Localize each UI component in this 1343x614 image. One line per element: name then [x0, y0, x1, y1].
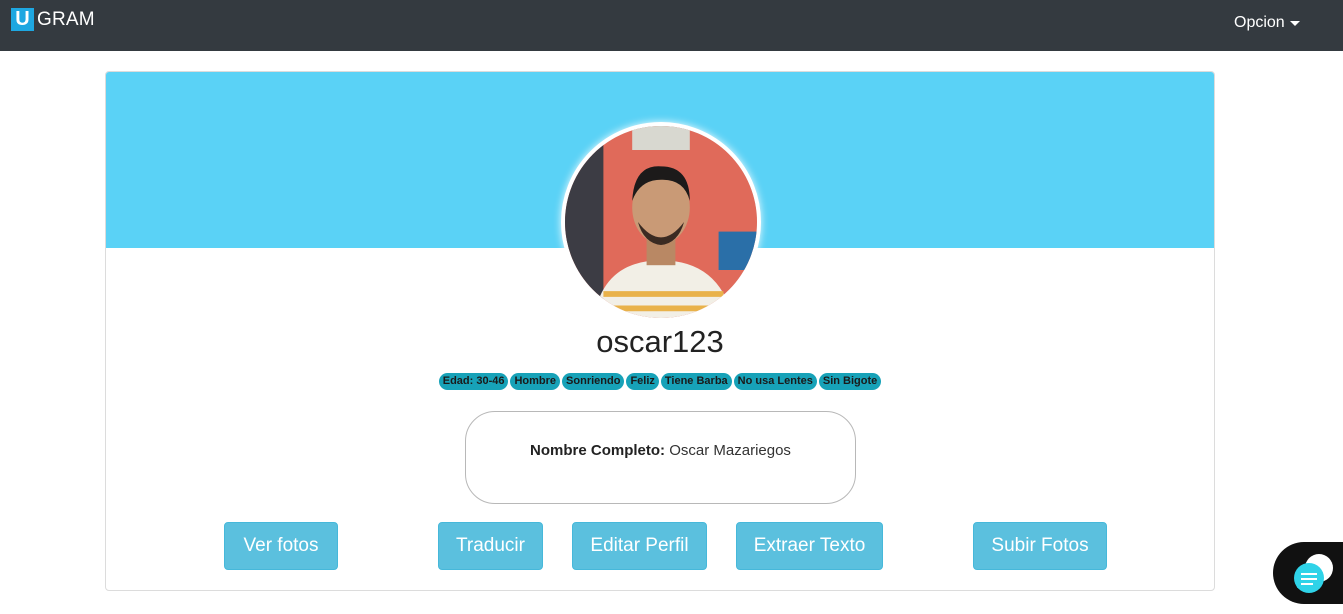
- brand-text: GRAM: [37, 8, 95, 30]
- caret-down-icon: [1289, 20, 1300, 26]
- avatar: [561, 122, 761, 322]
- upload-photos-button[interactable]: Subir Fotos: [973, 522, 1107, 570]
- tag-mustache: Sin Bigote: [818, 373, 882, 390]
- chat-widget-button[interactable]: [1273, 542, 1343, 604]
- tag-beard: Tiene Barba: [660, 373, 732, 390]
- tag-emotion: Feliz: [626, 373, 659, 390]
- profile-username: oscar123: [596, 324, 724, 359]
- translate-button[interactable]: Traducir: [438, 522, 543, 570]
- full-name-label: Nombre Completo:: [530, 442, 666, 459]
- view-photos-button[interactable]: Ver fotos: [224, 522, 338, 570]
- options-dropdown-label: Opcion: [1234, 14, 1285, 31]
- options-dropdown[interactable]: Opcion: [1234, 14, 1300, 32]
- full-name-value: Oscar Mazariegos: [669, 442, 791, 459]
- edit-profile-button[interactable]: Editar Perfil: [572, 522, 707, 570]
- tag-gender: Hombre: [510, 373, 561, 390]
- navbar: U GRAM Opcion: [0, 0, 1343, 51]
- profile-info-box: Nombre Completo: Oscar Mazariegos: [465, 411, 856, 504]
- tag-glasses: No usa Lentes: [733, 373, 817, 390]
- brand-logo: U: [11, 8, 34, 31]
- tag-smiling: Sonriendo: [562, 373, 625, 390]
- avatar-photo: [565, 126, 757, 318]
- tag-age: Edad: 30-46: [438, 373, 509, 390]
- chat-bubble-icon: [1294, 554, 1333, 593]
- brand[interactable]: U GRAM: [11, 8, 95, 31]
- attribute-tags: Edad: 30-46 Hombre Sonriendo Feliz Tiene…: [106, 373, 1214, 390]
- extract-text-button[interactable]: Extraer Texto: [736, 522, 883, 570]
- profile-card: oscar123 Edad: 30-46 Hombre Sonriendo Fe…: [105, 71, 1215, 591]
